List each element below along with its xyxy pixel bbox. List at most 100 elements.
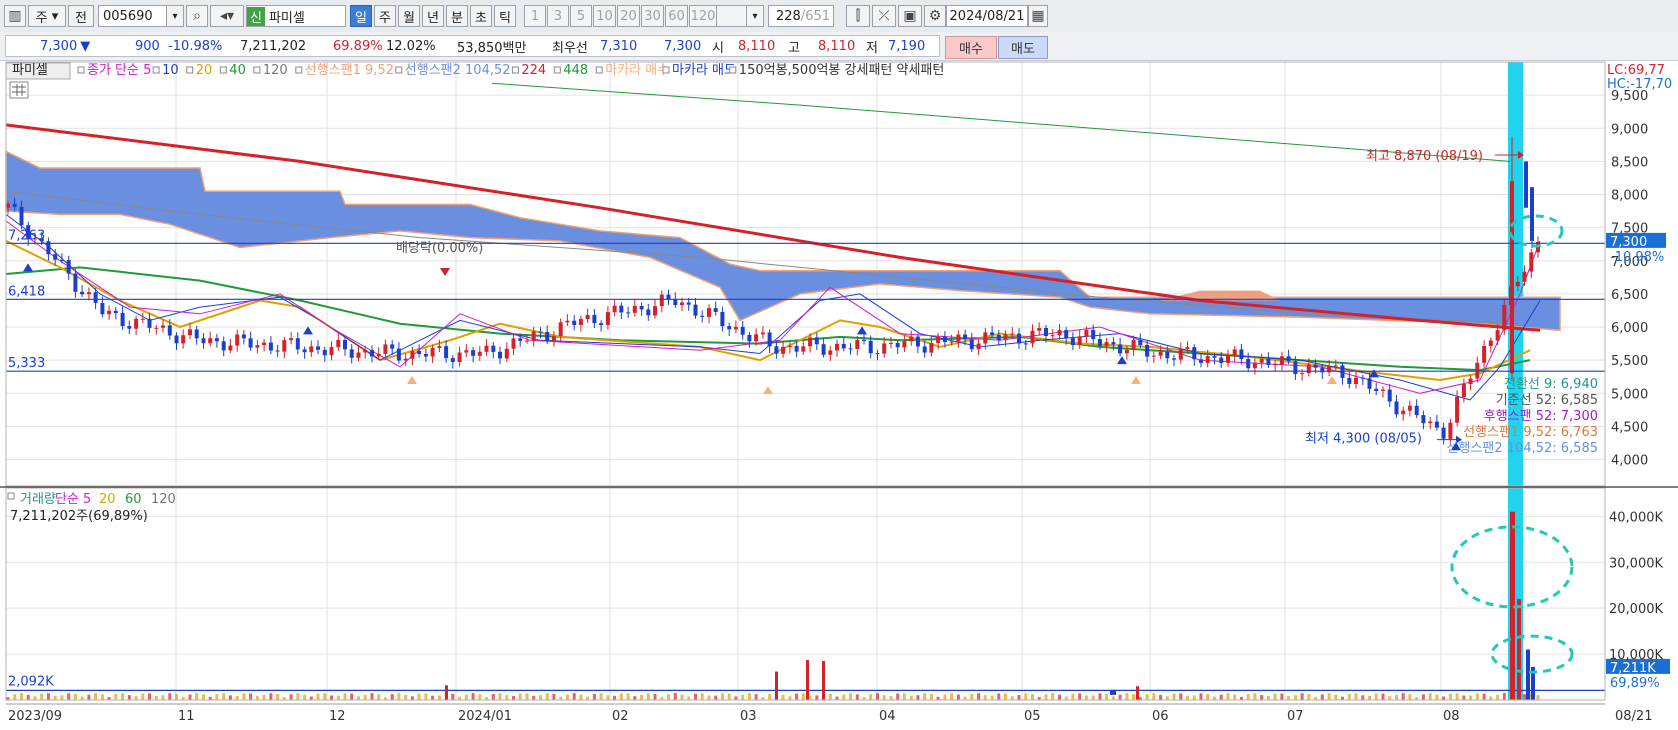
gear-icon[interactable]: ⚙	[924, 5, 946, 27]
minute-30[interactable]: 30	[641, 5, 664, 27]
candle	[491, 345, 496, 352]
volume-bar	[1307, 693, 1311, 700]
volume-pane-frame	[5, 487, 1606, 701]
volume-bar	[1125, 693, 1129, 700]
volume-bar	[889, 696, 893, 700]
candle	[909, 336, 914, 342]
candle	[619, 305, 624, 313]
volume-bar	[424, 693, 428, 700]
makara-arrow-icon	[763, 385, 773, 394]
volume-bar	[1374, 693, 1378, 700]
prev-button[interactable]: 전	[68, 5, 94, 27]
candle	[161, 325, 165, 328]
period-6[interactable]: 틱	[494, 5, 516, 27]
minute-10[interactable]: 10	[593, 5, 616, 27]
candle	[686, 302, 691, 305]
price-volume-chart[interactable]: 거래량 단순 5 20 60 1207,211,202주(69,89%)2,092K7,…	[0, 60, 1678, 726]
volume-bar	[491, 694, 495, 700]
ichimoku-label: 전환선 9: 6,940	[1504, 377, 1598, 392]
candle	[167, 325, 172, 336]
volume-bar	[53, 695, 57, 700]
volume-bar	[855, 694, 859, 700]
code-dropdown[interactable]: ▾	[166, 5, 184, 27]
candle	[1158, 351, 1163, 356]
indicator-select[interactable]: 신 파미셀	[246, 5, 346, 27]
volume-bar	[1091, 695, 1095, 700]
candle	[659, 294, 664, 307]
volume-bar	[1448, 693, 1452, 700]
candle	[1172, 358, 1176, 360]
volume-bar	[950, 693, 954, 700]
candle-icon[interactable]: ⫿	[846, 5, 870, 27]
candle	[1104, 342, 1109, 347]
candle	[403, 358, 408, 361]
candle	[1226, 356, 1230, 363]
period-1[interactable]: 주	[374, 5, 396, 27]
period-2[interactable]: 월	[398, 5, 420, 27]
candle	[814, 337, 819, 345]
candle	[1354, 377, 1358, 384]
volume-bar	[518, 693, 522, 700]
x-tick-label: 11	[178, 709, 195, 724]
low-label: 저	[866, 41, 878, 56]
volume-bar	[1159, 694, 1163, 700]
x-tick-label: 04	[879, 709, 896, 724]
volume-bar	[1502, 693, 1506, 700]
candle	[1468, 378, 1473, 384]
volume-bar	[410, 696, 414, 700]
date-input[interactable]: 2024/08/21	[946, 5, 1028, 27]
chart-area[interactable]: 거래량 단순 5 20 60 120 7,211,202주(69,89%) 2,092K 7,…	[0, 60, 1678, 726]
legend-name: 파미셀	[12, 63, 48, 78]
type-select[interactable]: 주 ▾	[28, 5, 66, 27]
candle	[201, 338, 206, 344]
menu-icon[interactable]: ▥	[4, 5, 26, 27]
candle	[1279, 356, 1284, 365]
volume-bar	[909, 695, 913, 700]
minute-20[interactable]: 20	[617, 5, 640, 27]
cross-icon[interactable]: ⤫	[872, 5, 896, 27]
candle	[1199, 359, 1203, 363]
candle	[12, 203, 17, 207]
period-dropdown[interactable]: ▾	[746, 5, 764, 27]
candle	[1488, 340, 1493, 346]
period-5[interactable]: 초	[470, 5, 492, 27]
volume-bar	[512, 696, 515, 700]
volume-bar	[1024, 693, 1028, 700]
minute-60[interactable]: 60	[665, 5, 688, 27]
search-icon[interactable]: ⌕	[186, 5, 208, 27]
volume-bar	[1136, 686, 1139, 700]
y-tick-label: 5,500	[1611, 354, 1648, 369]
vol-legend-item: 거래량	[20, 492, 56, 507]
minute-120[interactable]: 120	[689, 5, 717, 27]
period-0[interactable]: 일	[350, 5, 372, 27]
candle	[518, 338, 523, 341]
volume-bar	[404, 694, 408, 700]
period-3[interactable]: 년	[422, 5, 444, 27]
minute-5[interactable]: 5	[570, 5, 592, 27]
minute-1[interactable]: 1	[524, 5, 546, 27]
candle	[107, 310, 112, 315]
x-tick-label: 08	[1443, 709, 1460, 724]
candle	[929, 342, 934, 353]
candle	[302, 349, 307, 353]
open-value: 8,110	[738, 39, 776, 54]
volume-bar	[154, 695, 158, 700]
volume-bar	[40, 693, 44, 700]
candle	[457, 352, 462, 362]
volume-bar	[990, 695, 994, 700]
calendar-icon[interactable]: ▦	[1028, 5, 1048, 27]
speaker-icon[interactable]: ◂▾	[210, 5, 244, 27]
volume-bar	[532, 695, 536, 700]
quote-volume-ratio: 69.89%	[333, 39, 383, 54]
period-4[interactable]: 분	[446, 5, 468, 27]
candle	[551, 336, 556, 341]
buy-button[interactable]: 매수	[945, 36, 997, 59]
sell-button[interactable]: 매도	[998, 36, 1048, 59]
candle	[794, 345, 799, 352]
count-input[interactable]: 228/651	[768, 5, 834, 27]
candle	[349, 349, 354, 358]
volume-bar	[1401, 693, 1405, 700]
save-icon[interactable]: ▣	[898, 5, 922, 27]
minute-3[interactable]: 3	[547, 5, 569, 27]
volume-bar	[377, 694, 381, 700]
